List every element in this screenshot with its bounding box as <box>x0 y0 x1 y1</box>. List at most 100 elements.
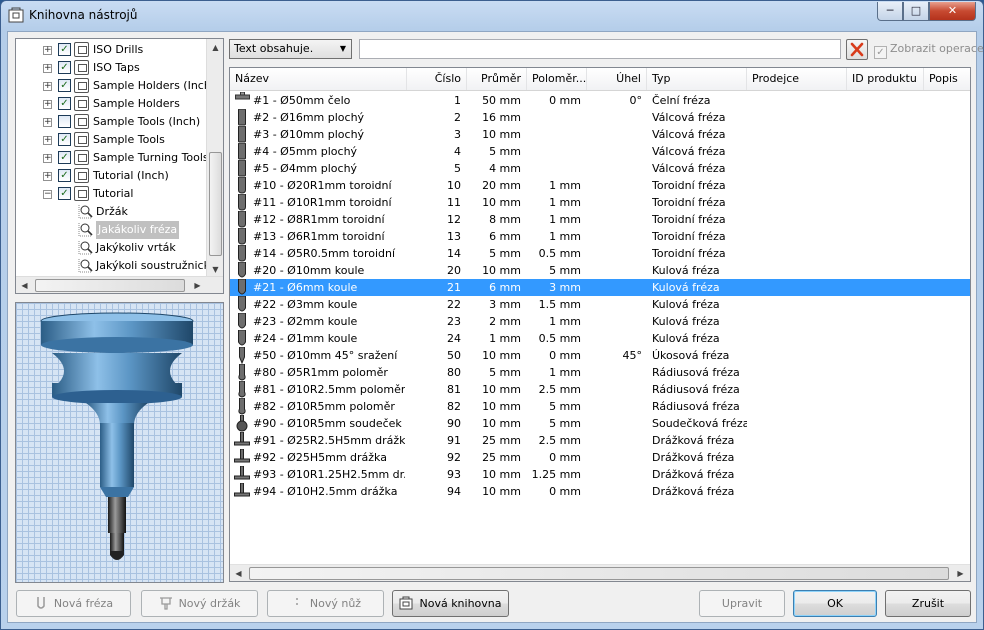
table-row[interactable]: #14 - Ø5R0.5mm toroidní 14 5 mm 0.5 mm Toroi… <box>230 245 970 262</box>
tree-node-checkbox[interactable]: ✓ <box>58 61 71 74</box>
table-hscroll-thumb[interactable] <box>249 567 949 580</box>
collapse-icon[interactable]: − <box>43 190 52 199</box>
tree-node[interactable]: − ✓ Tutorial <box>16 185 206 203</box>
tree-node[interactable]: + ✓ Tutorial (Inch) <box>16 167 206 185</box>
tree-node[interactable]: + ✓ Sample Turning Tools <box>16 149 209 167</box>
table-row[interactable]: #50 - Ø10mm 45° sražení 50 10 mm 0 mm 45° Úko… <box>230 347 970 364</box>
slot-mill-icon <box>234 432 250 446</box>
tree-node[interactable]: + ✓ Sample Tools <box>16 131 206 149</box>
tree-node-checkbox[interactable]: ✓ <box>58 133 71 146</box>
table-row[interactable]: #92 - Ø25H5mm drážka 92 25 mm 0 mm Drážková … <box>230 449 970 466</box>
maximize-button[interactable]: □ <box>903 2 929 21</box>
tree-node[interactable]: + ✓ Sample Holders <box>16 95 206 113</box>
table-horizontal-scrollbar[interactable]: ◀ ▶ <box>230 564 970 581</box>
table-row[interactable]: #4 - Ø5mm plochý 4 5 mm Válcová fréza <box>230 143 970 160</box>
tree-horizontal-scrollbar[interactable]: ◀ ▶ <box>16 276 223 293</box>
tree-node-checkbox[interactable]: ✓ <box>58 187 71 200</box>
column-header-type[interactable]: Typ <box>647 68 747 90</box>
table-row[interactable]: #94 - Ø10H2.5mm drážka 94 10 mm 0 mm Drážkov… <box>230 483 970 500</box>
tree-child-node[interactable]: Držák <box>16 203 206 221</box>
table-row[interactable]: #1 - Ø50mm čelo 1 50 mm 0 mm 0° Čelní fréza <box>230 92 970 109</box>
table-row[interactable]: #91 - Ø25R2.5H5mm drážka 91 25 mm 2.5 mm Drá… <box>230 432 970 449</box>
expand-icon[interactable]: + <box>43 154 52 163</box>
scroll-left-icon[interactable]: ◀ <box>230 565 247 581</box>
tree-scroll-thumb[interactable] <box>209 152 222 256</box>
scroll-right-icon[interactable]: ▶ <box>189 277 206 293</box>
cell-angle <box>587 330 642 347</box>
column-header-description[interactable]: Popis <box>924 68 970 90</box>
tree-node-checkbox[interactable]: ✓ <box>58 115 71 128</box>
expand-icon[interactable]: + <box>43 82 52 91</box>
table-row[interactable]: #24 - Ø1mm koule 24 1 mm 0.5 mm Kulová fréza <box>230 330 970 347</box>
column-header-number[interactable]: Číslo <box>407 68 467 90</box>
table-row[interactable]: #3 - Ø10mm plochý 3 10 mm Válcová fréza <box>230 126 970 143</box>
expand-icon[interactable]: + <box>43 136 52 145</box>
column-header-name[interactable]: Název <box>230 68 407 90</box>
new-knife-button[interactable]: Nový nůž <box>267 590 384 617</box>
library-tree[interactable]: + ✓ ISO Drills + ✓ ISO Taps + ✓ Sample Holders (… <box>15 38 224 294</box>
column-header-radius[interactable]: Poloměr... <box>527 68 587 90</box>
tools-table[interactable]: Název Číslo Průměr Poloměr... Úhel Typ P… <box>229 67 971 582</box>
scroll-right-icon[interactable]: ▶ <box>952 565 969 581</box>
table-row[interactable]: #80 - Ø5R1mm poloměr 80 5 mm 1 mm Rádiusová … <box>230 364 970 381</box>
tree-node[interactable]: + ✓ ISO Drills <box>16 41 206 59</box>
tree-node-checkbox[interactable]: ✓ <box>58 151 71 164</box>
expand-icon[interactable]: + <box>43 64 52 73</box>
edit-button[interactable]: Upravit <box>699 590 785 617</box>
new-library-button[interactable]: Nová knihovna <box>392 590 509 617</box>
tree-node[interactable]: + ✓ ISO Taps <box>16 59 206 77</box>
new-holder-button[interactable]: Nový držák <box>141 590 258 617</box>
ok-label: OK <box>827 597 843 610</box>
column-header-product-id[interactable]: ID produktu <box>847 68 924 90</box>
flat-mill-icon <box>238 143 246 160</box>
table-row[interactable]: #20 - Ø10mm koule 20 10 mm 5 mm Kulová fréza <box>230 262 970 279</box>
table-row[interactable]: #81 - Ø10R2.5mm poloměr 81 10 mm 2.5 mm Rádi… <box>230 381 970 398</box>
close-button[interactable]: ✕ <box>929 2 976 21</box>
slot-mill-icon <box>234 483 250 497</box>
scroll-left-icon[interactable]: ◀ <box>16 277 33 293</box>
expand-icon[interactable]: + <box>43 172 52 181</box>
tree-hscroll-thumb[interactable] <box>35 279 185 292</box>
table-row[interactable]: #10 - Ø20R1mm toroidní 10 20 mm 1 mm Toroidn… <box>230 177 970 194</box>
table-row[interactable]: #5 - Ø4mm plochý 5 4 mm Válcová fréza <box>230 160 970 177</box>
table-row[interactable]: #13 - Ø6R1mm toroidní 13 6 mm 1 mm Toroidní … <box>230 228 970 245</box>
expand-icon[interactable]: + <box>43 100 52 109</box>
show-operations-checkbox[interactable]: ✓ Zobrazit operace <box>874 42 984 59</box>
table-row[interactable]: #21 - Ø6mm koule 21 6 mm 3 mm Kulová fréza <box>230 279 970 296</box>
table-row[interactable]: #82 - Ø10R5mm poloměr 82 10 mm 5 mm Rádiusov… <box>230 398 970 415</box>
table-row[interactable]: #22 - Ø3mm koule 22 3 mm 1.5 mm Kulová fréza <box>230 296 970 313</box>
tree-node[interactable]: + ✓ Sample Holders (Inch) <box>16 77 215 95</box>
cell-name: #4 - Ø5mm plochý <box>253 145 358 158</box>
bull-nose-mill-icon <box>238 228 246 245</box>
table-row[interactable]: #11 - Ø10R1mm toroidní 11 10 mm 1 mm Toroidn… <box>230 194 970 211</box>
ok-button[interactable]: OK <box>793 590 877 617</box>
search-input[interactable] <box>359 39 841 59</box>
tree-child-node[interactable]: Jakákoliv fréza <box>16 221 206 239</box>
clear-filter-button[interactable] <box>846 39 868 60</box>
expand-icon[interactable]: + <box>43 46 52 55</box>
table-row[interactable]: #90 - Ø10R5mm soudeček 90 10 mm 5 mm Soudečk… <box>230 415 970 432</box>
tree-node-checkbox[interactable]: ✓ <box>58 97 71 110</box>
table-row[interactable]: #12 - Ø8R1mm toroidní 12 8 mm 1 mm Toroidní … <box>230 211 970 228</box>
title-bar[interactable]: Knihovna nástrojů ─ □ ✕ <box>1 1 983 31</box>
minimize-button[interactable]: ─ <box>877 2 903 21</box>
tree-node-checkbox[interactable]: ✓ <box>58 43 71 56</box>
table-row[interactable]: #2 - Ø16mm plochý 2 16 mm Válcová fréza <box>230 109 970 126</box>
column-header-angle[interactable]: Úhel <box>587 68 647 90</box>
cell-type: Drážková fréza <box>652 468 735 481</box>
expand-icon[interactable]: + <box>43 118 52 127</box>
new-mill-button[interactable]: Nová fréza <box>16 590 131 617</box>
column-header-diameter[interactable]: Průměr <box>467 68 527 90</box>
tree-child-node[interactable]: Jakýkoli soustružnický <box>16 257 216 275</box>
scroll-up-icon[interactable]: ▲ <box>207 39 223 56</box>
cancel-button[interactable]: Zrušit <box>885 590 971 617</box>
tree-node-checkbox[interactable]: ✓ <box>58 79 71 92</box>
filter-mode-select[interactable]: Text obsahuje. ▼ <box>229 39 352 59</box>
table-row[interactable]: #93 - Ø10R1.25H2.5mm dr... 93 10 mm 1.25 mm… <box>230 466 970 483</box>
tree-child-node[interactable]: Jakýkoliv vrták <box>16 239 206 257</box>
tree-vertical-scrollbar[interactable]: ▲ ▼ <box>206 39 223 278</box>
tree-node-checkbox[interactable]: ✓ <box>58 169 71 182</box>
table-row[interactable]: #23 - Ø2mm koule 23 2 mm 1 mm Kulová fréza <box>230 313 970 330</box>
column-header-vendor[interactable]: Prodejce <box>747 68 847 90</box>
tree-node[interactable]: + ✓ Sample Tools (Inch) <box>16 113 206 131</box>
